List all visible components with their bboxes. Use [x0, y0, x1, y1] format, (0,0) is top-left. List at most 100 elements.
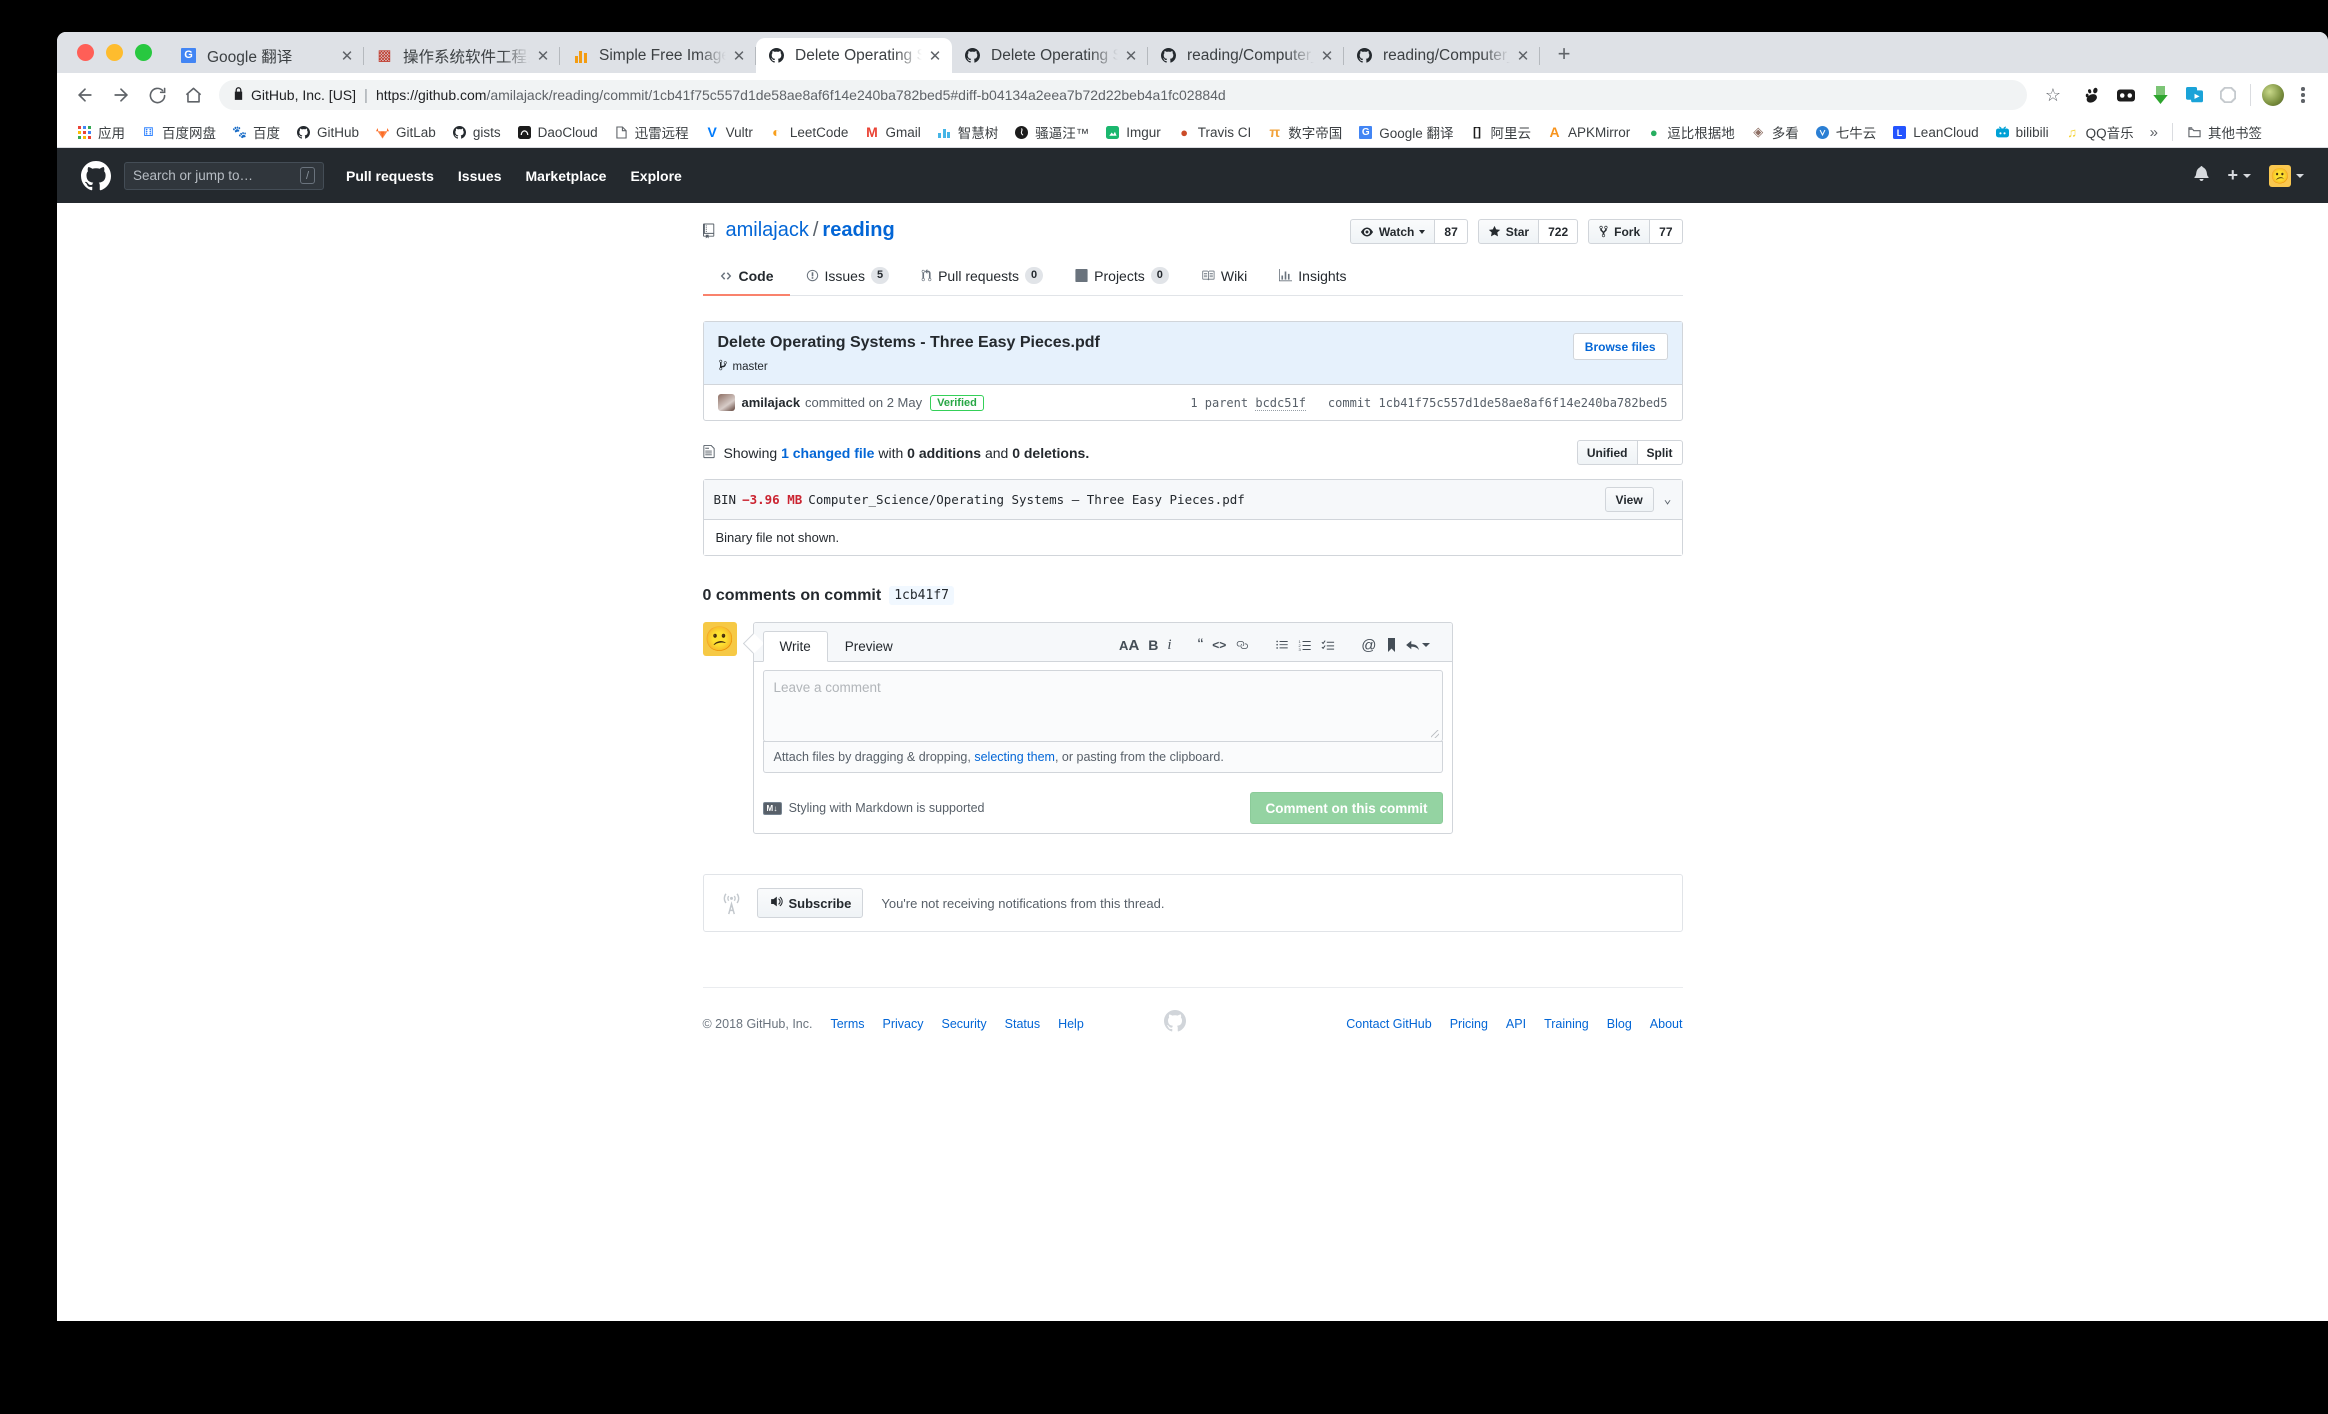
tab-close-icon[interactable]: ✕ [1316, 45, 1338, 67]
mention-icon[interactable]: @ [1361, 636, 1376, 654]
bookmark-item[interactable]: [] 阿里云 [1462, 120, 1540, 144]
reference-icon[interactable] [1386, 636, 1397, 654]
create-new-menu[interactable]: + [2227, 165, 2251, 186]
bookmark-item[interactable]: ⚅ 百度网盘 [133, 120, 224, 144]
nav-explore[interactable]: Explore [630, 168, 681, 184]
download-icon[interactable] [2145, 80, 2175, 110]
bookmark-item[interactable]: GitHub [288, 120, 367, 144]
quote-icon[interactable]: “ [1198, 636, 1204, 654]
nav-marketplace[interactable]: Marketplace [526, 168, 607, 184]
footer-link-privacy[interactable]: Privacy [883, 1017, 924, 1031]
bookmark-item[interactable]: M Gmail [856, 120, 928, 144]
bookmark-star-icon[interactable]: ☆ [2035, 77, 2071, 113]
home-icon[interactable] [175, 77, 211, 113]
browser-tab[interactable]: Delete Operating Systems - Thr ✕ [952, 38, 1148, 73]
tab-close-icon[interactable]: ✕ [924, 45, 946, 67]
code-icon[interactable]: <> [1212, 636, 1226, 654]
fork-count[interactable]: 77 [1650, 219, 1683, 244]
back-icon[interactable] [67, 77, 103, 113]
tab-close-icon[interactable]: ✕ [1120, 45, 1142, 67]
tab-close-icon[interactable]: ✕ [1512, 45, 1534, 67]
split-view-button[interactable]: Split [1637, 440, 1683, 466]
bookmark-item[interactable]: A APKMirror [1539, 120, 1638, 144]
tab-write[interactable]: Write [762, 631, 828, 663]
tab-code[interactable]: Code [702, 259, 790, 297]
select-files-link[interactable]: selecting them [974, 750, 1055, 764]
github-mark-icon[interactable] [81, 160, 111, 191]
bookmark-item[interactable]: GitLab [367, 120, 444, 144]
fork-button[interactable]: Fork [1588, 219, 1651, 244]
new-tab-button[interactable]: + [1547, 37, 1581, 71]
bookmark-item[interactable]: ♫ QQ音乐 [2057, 120, 2142, 144]
link-icon[interactable] [1235, 636, 1249, 654]
bookmarks-overflow-button[interactable]: » [2142, 124, 2166, 141]
ordered-list-icon[interactable]: 123 [1298, 636, 1312, 654]
tab-issues[interactable]: Issues 5 [790, 259, 906, 296]
comment-input[interactable]: Leave a comment [762, 670, 1443, 743]
gnome-icon[interactable] [2077, 80, 2107, 110]
bookmark-item[interactable]: gists [444, 120, 509, 144]
bookmark-other-folder[interactable]: 其他书签 [2179, 120, 2270, 144]
tab-close-icon[interactable]: ✕ [728, 45, 750, 67]
commit-author[interactable]: amilajack [742, 395, 801, 410]
avatar[interactable] [2258, 80, 2288, 110]
footer-link-contact-github[interactable]: Contact GitHub [1346, 1017, 1431, 1031]
chrome-menu-icon[interactable] [2288, 80, 2318, 110]
bookmark-item[interactable]: L LeanCloud [1884, 120, 1986, 144]
resize-handle[interactable] [1430, 730, 1439, 739]
footer-link-api[interactable]: API [1506, 1017, 1526, 1031]
dark-reader-icon[interactable] [2111, 80, 2141, 110]
bookmark-item[interactable]: G Google 翻译 [1350, 120, 1461, 144]
footer-link-security[interactable]: Security [941, 1017, 986, 1031]
bookmark-item[interactable]: π 数字帝国 [1259, 120, 1350, 144]
octagon-icon[interactable] [2213, 80, 2243, 110]
tab-wiki[interactable]: Wiki [1185, 259, 1263, 296]
search-input[interactable]: Search or jump to… / [124, 161, 324, 190]
tab-insights[interactable]: Insights [1263, 259, 1362, 296]
share-icon[interactable] [2179, 80, 2209, 110]
footer-link-help[interactable]: Help [1058, 1017, 1084, 1031]
bookmark-item[interactable]: Imgur [1097, 120, 1169, 144]
footer-link-terms[interactable]: Terms [830, 1017, 864, 1031]
file-path[interactable]: Computer_Science/Operating Systems — Thr… [808, 492, 1245, 507]
watch-count[interactable]: 87 [1435, 219, 1468, 244]
repo-owner-link[interactable]: amilajack [726, 219, 809, 242]
bell-icon[interactable] [2194, 165, 2209, 186]
address-bar[interactable]: GitHub, Inc. [US] | https://github.com/a… [219, 80, 2027, 110]
parent-sha[interactable]: bcdc51f [1255, 395, 1306, 411]
subscribe-button[interactable]: Subscribe [756, 888, 864, 919]
bookmark-item[interactable]: 🐾 百度 [224, 120, 288, 144]
star-button[interactable]: Star [1477, 219, 1540, 244]
bookmark-item[interactable]: bilibili [1987, 120, 2057, 144]
bookmark-item[interactable]: 七牛云 [1807, 120, 1885, 144]
nav-issues[interactable]: Issues [458, 168, 502, 184]
tab-close-icon[interactable]: ✕ [532, 45, 554, 67]
watch-button[interactable]: Watch [1349, 219, 1436, 244]
bookmark-apps[interactable]: 应用 [69, 120, 133, 144]
verified-badge[interactable]: Verified [930, 394, 984, 411]
bookmark-item[interactable]: V Vultr [697, 120, 761, 144]
tab-projects[interactable]: Projects 0 [1059, 259, 1185, 296]
maximize-window-button[interactable] [135, 44, 152, 61]
task-list-icon[interactable] [1321, 636, 1335, 654]
bookmark-item[interactable]: ● Travis CI [1169, 120, 1260, 144]
footer-link-about[interactable]: About [1650, 1017, 1683, 1031]
tab-preview[interactable]: Preview [828, 631, 910, 662]
reply-icon[interactable] [1405, 636, 1430, 654]
footer-link-status[interactable]: Status [1005, 1017, 1040, 1031]
italic-icon[interactable]: i [1167, 636, 1171, 654]
bookmark-item[interactable]: ◐ LeetCode [761, 120, 857, 144]
repo-name-link[interactable]: reading [822, 219, 894, 242]
commit-sha[interactable]: 1cb41f75c557d1de58ae8af6f14e240ba782bed5 [1379, 396, 1668, 410]
close-window-button[interactable] [77, 44, 94, 61]
user-menu[interactable]: 😕 [2269, 164, 2304, 187]
unified-view-button[interactable]: Unified [1576, 440, 1638, 466]
browser-tab-active[interactable]: Delete Operating Systems - Thr ✕ [756, 38, 952, 73]
changed-file-link[interactable]: 1 changed file [781, 445, 874, 461]
footer-link-blog[interactable]: Blog [1607, 1017, 1632, 1031]
bold-icon[interactable]: B [1148, 636, 1158, 654]
browser-tab[interactable]: Simple Free Image Hosting - Sli ✕ [560, 38, 756, 73]
tab-close-icon[interactable]: ✕ [336, 45, 358, 67]
bookmark-item[interactable]: ● 逗比根据地 [1638, 120, 1743, 144]
tab-pull-requests[interactable]: Pull requests 0 [905, 259, 1059, 296]
